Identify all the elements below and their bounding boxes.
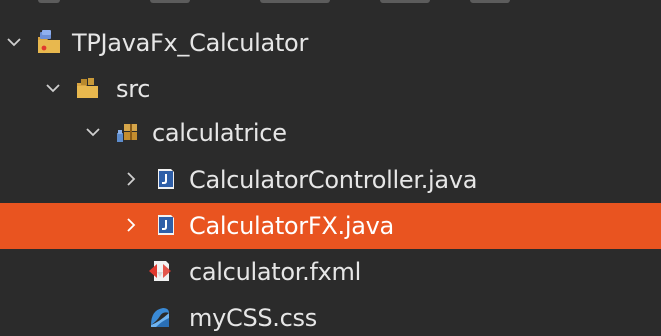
tree-item-file-selected[interactable]: CalculatorFX.java xyxy=(0,203,661,249)
chevron-right-icon[interactable] xyxy=(122,216,140,234)
java-file-icon xyxy=(158,215,174,235)
file-name: calculator.fxml xyxy=(189,258,361,286)
chevron-down-icon[interactable] xyxy=(84,123,102,141)
chevron-down-icon[interactable] xyxy=(44,79,62,97)
tree-item-package[interactable]: calculatrice xyxy=(0,110,661,156)
file-name: CalculatorController.java xyxy=(189,166,478,194)
tree-item-file[interactable]: CalculatorController.java xyxy=(0,157,661,203)
file-name: myCSS.css xyxy=(189,304,317,332)
tree-item-src[interactable]: src xyxy=(0,66,661,112)
source-folder-icon xyxy=(77,78,98,98)
tree-item-project[interactable]: TPJavaFx_Calculator xyxy=(0,20,661,66)
chevron-down-icon[interactable] xyxy=(5,33,23,51)
fxml-file-icon xyxy=(149,261,171,281)
file-name: CalculatorFX.java xyxy=(189,212,394,240)
package-icon xyxy=(117,124,137,142)
clipped-previous-row xyxy=(0,0,661,8)
src-folder-name: src xyxy=(116,75,151,103)
chevron-right-icon[interactable] xyxy=(122,170,140,188)
project-name: TPJavaFx_Calculator xyxy=(72,29,309,57)
package-name: calculatrice xyxy=(152,119,287,147)
tree-item-file[interactable]: myCSS.css xyxy=(0,295,661,336)
java-file-icon xyxy=(158,169,174,189)
java-project-icon xyxy=(38,30,60,53)
tree-item-file[interactable]: calculator.fxml xyxy=(0,249,661,295)
css-file-icon xyxy=(151,308,169,327)
